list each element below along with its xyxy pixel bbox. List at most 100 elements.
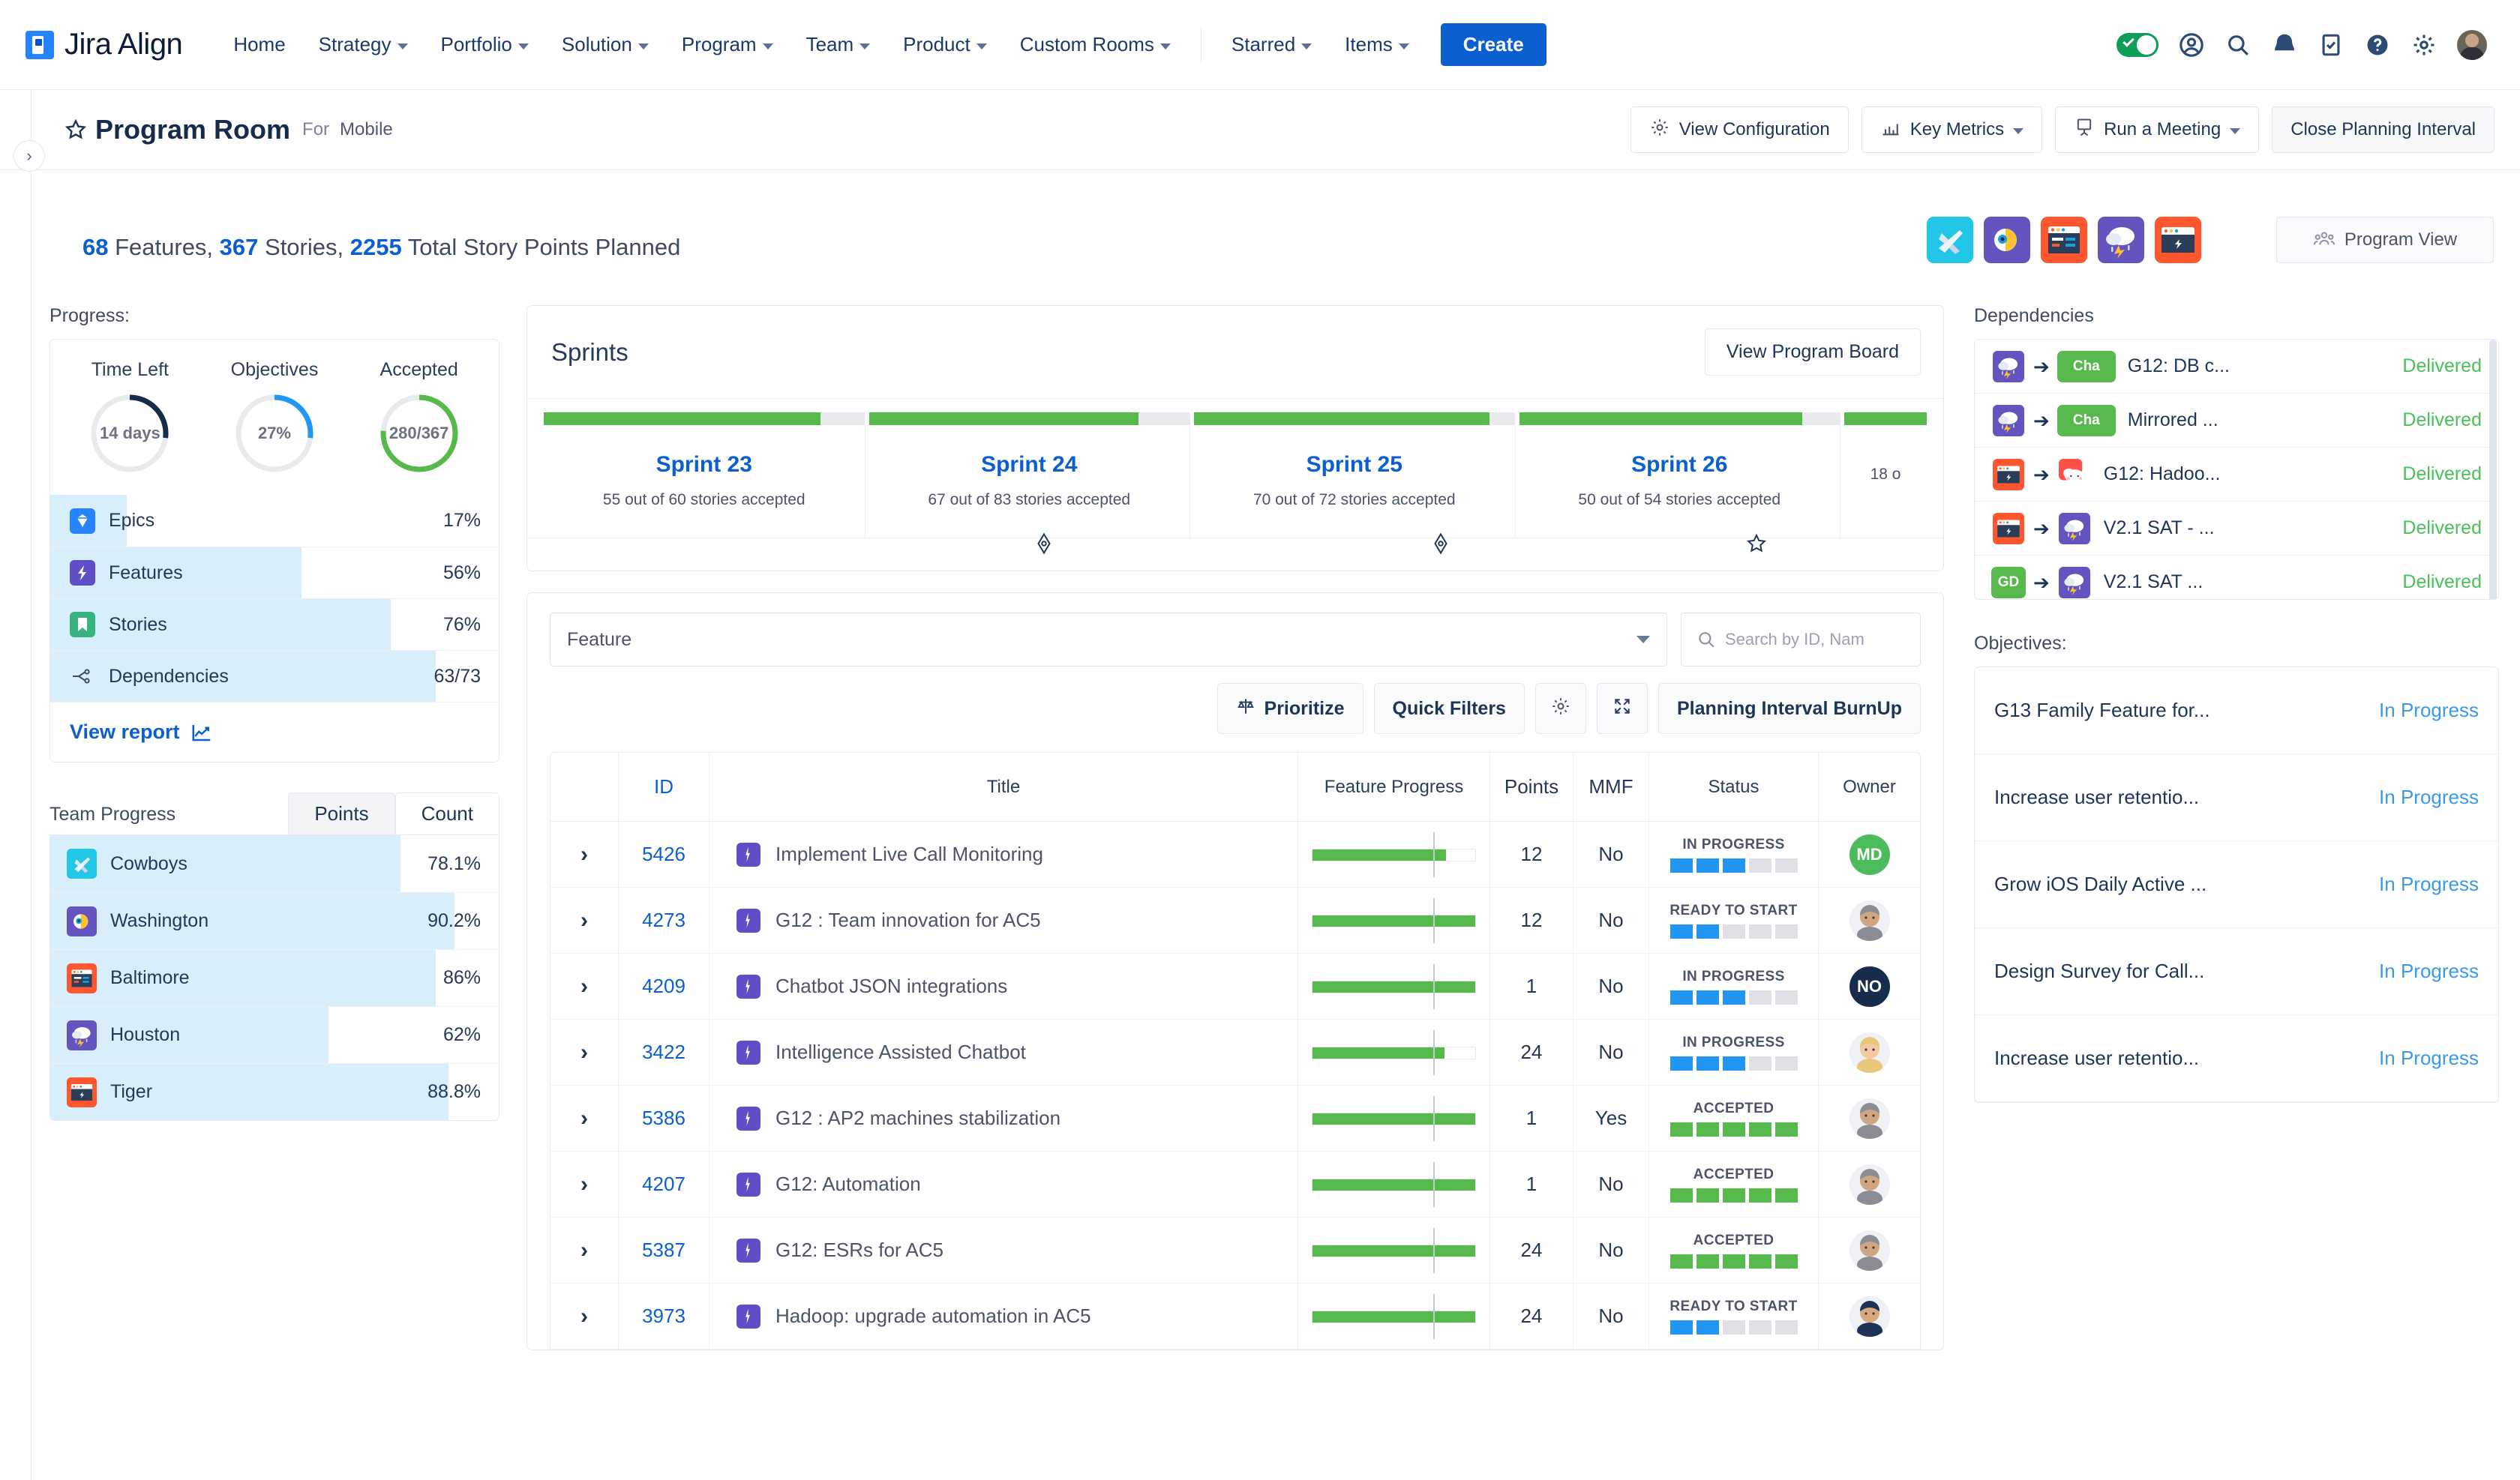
- table-tool-quick-filters[interactable]: Quick Filters: [1373, 683, 1525, 734]
- expand-row-button[interactable]: ›: [550, 1106, 618, 1131]
- owner-avatar[interactable]: [1849, 1296, 1890, 1337]
- nav-item-strategy[interactable]: Strategy: [302, 33, 424, 56]
- nav-item-program[interactable]: Program: [665, 33, 790, 56]
- expand-row-button[interactable]: ›: [550, 1238, 618, 1263]
- objective-row[interactable]: G13 Family Feature for... In Progress: [1975, 667, 2498, 754]
- column-header-points[interactable]: Points: [1490, 775, 1573, 798]
- progress-row-stories[interactable]: Stories 76%: [50, 598, 499, 650]
- team-row-washington[interactable]: Washington 90.2%: [50, 892, 499, 949]
- washington-team-icon[interactable]: [1984, 217, 2030, 263]
- sidebar-expand-button[interactable]: ›: [14, 140, 45, 172]
- team-row-baltimore[interactable]: Baltimore 86%: [50, 949, 499, 1006]
- nav-item-custom-rooms[interactable]: Custom Rooms: [1004, 33, 1187, 56]
- team-row-cowboys[interactable]: Cowboys 78.1%: [50, 835, 499, 892]
- owner-avatar[interactable]: [1849, 900, 1890, 941]
- dependency-row[interactable]: ➔ G12: Hadoo... Delivered: [1975, 448, 2498, 502]
- table-row[interactable]: › 4273 G12 : Team innovation for AC5 12 No RE…: [550, 888, 1920, 954]
- table-row[interactable]: › 4209 Chatbot JSON integrations 1 No IN PROG…: [550, 954, 1920, 1020]
- row-title[interactable]: G12: ESRs for AC5: [776, 1239, 944, 1262]
- row-title[interactable]: Hadoop: upgrade automation in AC5: [776, 1305, 1091, 1328]
- help-icon[interactable]: [2364, 31, 2391, 58]
- owner-avatar[interactable]: [1849, 1032, 1890, 1073]
- team-progress-tab-points[interactable]: Points: [288, 792, 395, 834]
- expand-row-button[interactable]: ›: [550, 1040, 618, 1065]
- table-tool-expand-icon[interactable]: [1596, 683, 1648, 734]
- nav-item-team[interactable]: Team: [790, 33, 887, 56]
- dependency-title[interactable]: G12: DB c...: [2128, 355, 2230, 377]
- progress-row-features[interactable]: Features 56%: [50, 547, 499, 598]
- nav-item-items[interactable]: Items: [1328, 33, 1426, 56]
- star-icon[interactable]: [64, 118, 88, 142]
- objective-row[interactable]: Design Survey for Call... In Progress: [1975, 928, 2498, 1015]
- nav-item-home[interactable]: Home: [217, 33, 302, 56]
- team-row-houston[interactable]: Houston 62%: [50, 1006, 499, 1063]
- sprint-name[interactable]: Sprint 23: [544, 452, 865, 478]
- sprint-name[interactable]: Sprint 24: [869, 452, 1190, 478]
- row-id-link[interactable]: 3422: [619, 1041, 709, 1064]
- nav-item-starred[interactable]: Starred: [1215, 33, 1328, 56]
- sprint-name[interactable]: Sprint 26: [1520, 452, 1840, 478]
- table-tool-prioritize[interactable]: Prioritize: [1216, 683, 1364, 734]
- column-header-status[interactable]: Status: [1649, 777, 1818, 798]
- table-row[interactable]: › 3422 Intelligence Assisted Chatbot 24 No IN…: [550, 1020, 1920, 1086]
- column-header-id[interactable]: ID: [619, 775, 709, 798]
- column-header-feature-progress[interactable]: Feature Progress: [1298, 777, 1490, 798]
- owner-avatar[interactable]: [1849, 1164, 1890, 1205]
- row-id-link[interactable]: 5426: [619, 843, 709, 866]
- baltimore-team-icon[interactable]: [2041, 217, 2087, 263]
- owner-avatar[interactable]: MD: [1849, 834, 1890, 875]
- nav-item-solution[interactable]: Solution: [545, 33, 665, 56]
- create-button[interactable]: Create: [1440, 23, 1546, 66]
- table-row[interactable]: › 4207 G12: Automation 1 No ACCEPTED: [550, 1152, 1920, 1218]
- view-program-board-button[interactable]: View Program Board: [1704, 328, 1921, 376]
- expand-row-button[interactable]: ›: [550, 908, 618, 933]
- column-header-owner[interactable]: Owner: [1819, 777, 1920, 798]
- user-avatar[interactable]: [2457, 29, 2487, 60]
- objective-title[interactable]: Grow iOS Daily Active ...: [1994, 873, 2206, 896]
- column-header-title[interactable]: Title: [710, 777, 1298, 798]
- tasks-icon[interactable]: [2318, 31, 2344, 58]
- row-id-link[interactable]: 5387: [619, 1239, 709, 1262]
- sprint-name[interactable]: Sprint 25: [1194, 452, 1515, 478]
- sprint-milestone-2[interactable]: [1430, 532, 1452, 555]
- dependency-title[interactable]: Mirrored ...: [2128, 409, 2218, 431]
- dependencies-scrollbar[interactable]: [2489, 340, 2497, 599]
- notification-bell-icon[interactable]: [2271, 31, 2298, 58]
- sprint-cell[interactable]: Sprint 25 70 out of 72 stories accepted: [1194, 425, 1516, 538]
- dependency-title[interactable]: V2.1 SAT - ...: [2104, 517, 2215, 539]
- objective-title[interactable]: G13 Family Feature for...: [1994, 699, 2210, 722]
- table-tool-gear-icon[interactable]: [1534, 683, 1586, 734]
- subheader-button-run-a-meeting[interactable]: Run a Meeting: [2055, 106, 2260, 153]
- cowboys-team-icon[interactable]: [1927, 217, 1973, 263]
- row-title[interactable]: Implement Live Call Monitoring: [776, 843, 1043, 866]
- houston-team-icon[interactable]: [2098, 217, 2144, 263]
- table-row[interactable]: › 5426 Implement Live Call Monitoring 12 No I…: [550, 822, 1920, 888]
- search-input[interactable]: Search by ID, Nam: [1681, 613, 1921, 667]
- team-row-tiger[interactable]: Tiger 88.8%: [50, 1063, 499, 1120]
- nav-item-product[interactable]: Product: [886, 33, 1004, 56]
- table-row[interactable]: › 5387 G12: ESRs for AC5 24 No ACCEPTED: [550, 1218, 1920, 1284]
- expand-row-button[interactable]: ›: [550, 1172, 618, 1197]
- view-report-link[interactable]: View report: [50, 702, 499, 762]
- expand-row-button[interactable]: ›: [550, 974, 618, 999]
- row-title[interactable]: G12 : Team innovation for AC5: [776, 909, 1041, 932]
- dependency-row[interactable]: ➔ Cha G12: DB c... Delivered: [1975, 340, 2498, 394]
- dependency-row[interactable]: ➔ Cha Mirrored ... Delivered: [1975, 394, 2498, 448]
- subheader-button-key-metrics[interactable]: Key Metrics: [1861, 106, 2043, 153]
- jira-align-logo[interactable]: Jira Align: [26, 28, 183, 61]
- dependency-title[interactable]: G12: Hadoo...: [2104, 463, 2221, 485]
- sprint-cell[interactable]: Sprint 26 50 out of 54 stories accepted: [1520, 425, 1840, 538]
- objective-title[interactable]: Design Survey for Call...: [1994, 960, 2204, 983]
- column-header-mmf[interactable]: MMF: [1574, 775, 1648, 798]
- expand-row-button[interactable]: ›: [550, 1304, 618, 1329]
- sprint-cell[interactable]: Sprint 23 55 out of 60 stories accepted: [544, 425, 866, 538]
- dependency-row[interactable]: GD ➔ V2.1 SAT ... Delivered: [1975, 556, 2498, 599]
- row-title[interactable]: Chatbot JSON integrations: [776, 975, 1007, 998]
- gear-icon[interactable]: [2410, 31, 2438, 58]
- dependency-row[interactable]: ➔ V2.1 SAT - ... Delivered: [1975, 502, 2498, 556]
- objective-title[interactable]: Increase user retentio...: [1994, 1047, 2199, 1070]
- sprint-milestone-1[interactable]: [1033, 532, 1055, 555]
- progress-row-dependencies[interactable]: Dependencies 63/73: [50, 650, 499, 702]
- progress-row-epics[interactable]: Epics 17%: [50, 495, 499, 547]
- owner-avatar[interactable]: [1849, 1098, 1890, 1139]
